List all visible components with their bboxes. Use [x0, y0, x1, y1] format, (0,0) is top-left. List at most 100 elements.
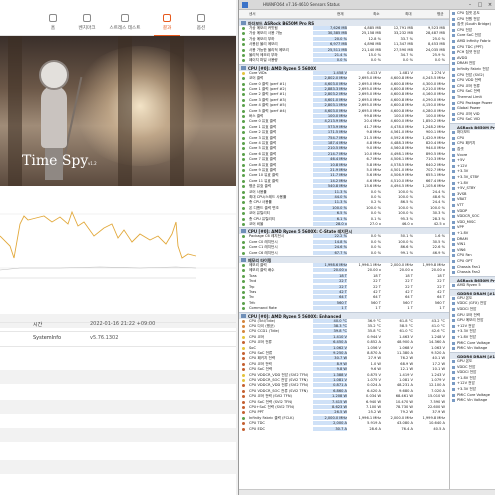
- sensor-name: CPU 패키지 전력: [249, 356, 276, 361]
- sensor-max-value: 99.1 %: [400, 250, 413, 255]
- sensor-group-header[interactable]: 마더보드 ASRock B650M Pro RS: [239, 19, 449, 26]
- sensor-max-value: 4,578.5 MHz: [390, 162, 413, 167]
- pwr-sensor-icon: [242, 406, 245, 409]
- nav-item-1[interactable]: 벤치마크: [72, 12, 102, 36]
- sensor-min-value: 2,695.0 MHz: [358, 92, 381, 97]
- side-sensor-label: CPU SoC VID: [457, 117, 480, 122]
- sensor-icon: [452, 40, 455, 43]
- sensor-avg-value: 41.0 °C: [431, 324, 445, 328]
- sensor-max-value: 78.730 W: [395, 405, 413, 409]
- sensor-icon: [452, 170, 455, 174]
- sensor-avg-value: 30.3 %: [432, 211, 445, 216]
- side-sensor-label: PMIC Vin Voltage: [457, 398, 488, 403]
- column-sensor[interactable]: 센서: [249, 12, 256, 17]
- minimize-icon[interactable]: –: [465, 1, 475, 9]
- sensor-avg-value: 20.00 x: [431, 268, 445, 273]
- sensor-current-value: 6.5 %: [313, 211, 347, 216]
- sensor-name: SoC: [249, 345, 256, 350]
- sensor-max-value: 76.4 A: [401, 426, 413, 431]
- sensor-avg-value: 37.9 W: [432, 410, 445, 415]
- side-group-header[interactable]: ASRock B650M Pro RS: [450, 275, 495, 283]
- monitoring-graph-svg: [0, 210, 236, 279]
- temp-sensor-icon: [242, 330, 245, 334]
- sensor-group-header[interactable]: 메모리 타이밍: [239, 256, 449, 263]
- sensor-min-value: 22 T: [373, 284, 381, 289]
- sensor-current-value: 2,803.1 MHz: [313, 103, 347, 108]
- sensor-current-value: 24.6 %: [313, 245, 347, 250]
- sensor-avg-value: 14.360 A: [428, 340, 445, 345]
- nav-item-3[interactable]: 결과: [152, 12, 182, 36]
- hwinfo-window: HWiNFO64 v7.16-4610 Sensors Status – □ ×…: [238, 0, 495, 495]
- sensor-current-value: 1 T: [313, 306, 347, 311]
- sensor-avg-value: 1.079 V: [431, 378, 445, 382]
- nav-item-0[interactable]: 홈: [38, 12, 68, 36]
- sensor-min-value: 25,158 MB: [361, 31, 381, 36]
- clock-sensor-icon: [242, 185, 245, 189]
- sensor-current-value: 1,998.6 MHz: [313, 263, 347, 267]
- clock-sensor-icon: [242, 142, 245, 145]
- sensor-current-value: 11.3 %: [313, 189, 347, 194]
- sensor-avg-value: 7.020 A: [431, 388, 445, 393]
- sensor-min-value: 100.0 %: [366, 205, 381, 210]
- maximize-icon[interactable]: □: [475, 1, 485, 9]
- nav-item-2[interactable]: 스트레스 테스트: [109, 12, 141, 36]
- sensor-icon: [452, 254, 455, 258]
- sensor-name: Package C6 레지던시: [249, 234, 285, 239]
- close-icon[interactable]: ×: [485, 1, 495, 9]
- sensor-min-value: 0.413 V: [367, 70, 381, 75]
- hero-arch-pillar: [170, 36, 184, 186]
- side-group-header[interactable]: ASRock B650M Pro RS: [450, 123, 495, 130]
- sensor-table: 마더보드 ASRock B650M Pro RS 가상 메모리 커밋됨 7,626 …: [239, 19, 449, 489]
- column-current[interactable]: 현재: [337, 12, 344, 17]
- sensor-icon: [452, 330, 455, 334]
- side-sensor-label: PMIC Vin Voltage: [457, 346, 488, 351]
- side-sensor-label: 3VSB: [457, 191, 467, 196]
- sensor-avg-value: 560 T: [434, 300, 445, 305]
- sensor-max-value: 4,600.8 MHz: [390, 76, 413, 81]
- sensor-min-value: 21,140 MB: [361, 47, 381, 52]
- chip-icon: [241, 229, 246, 234]
- nav-item-4[interactable]: 옵션: [186, 12, 216, 36]
- sensor-icon: [452, 142, 455, 146]
- sensor-min-value: 0.0 %: [370, 58, 381, 63]
- sensor-icon: [452, 90, 455, 94]
- side-group-header[interactable]: GDDR6 DRAM [#1]: Samsung: [450, 288, 495, 296]
- sensor-name: 총 CPU 유틸리티: [249, 216, 276, 221]
- sensor-max-value: 79.2 W: [400, 410, 413, 415]
- sensor-name: CPU CCD1 (Tdie): [249, 329, 280, 334]
- sensor-name: 메모리 클럭 배수: [249, 268, 275, 273]
- clock-sensor-icon: [242, 240, 245, 244]
- clock-sensor-icon: [242, 416, 245, 420]
- sensor-min-value: 27.9 W: [368, 356, 381, 361]
- nav-item-label: 벤치마크: [78, 26, 96, 31]
- sensor-current-value: 9.8 W: [313, 367, 347, 372]
- side-sensor-row[interactable]: PMIC Vin Voltage: [450, 398, 495, 404]
- side-sensor-label: +3.3V 전압: [457, 387, 476, 391]
- sensor-avg-value: 7.590 W: [430, 399, 445, 404]
- sensor-name: Tcas: [249, 273, 257, 278]
- clock-sensor-icon: [242, 206, 245, 210]
- sensor-max-value: 2,000.0 MHz: [390, 263, 413, 267]
- sensor-max-value: 100.0 %: [398, 195, 413, 199]
- sensor-max-value: 48.900 A: [396, 340, 413, 345]
- clock-sensor-icon: [242, 280, 245, 284]
- sensor-min-value: 2,695.0 MHz: [358, 97, 381, 102]
- sensor-group-header[interactable]: CPU [#0]: AMD Ryzen 5 5600X: Enhanced: [239, 311, 449, 319]
- sensor-icon: [452, 28, 455, 32]
- sensor-current-value: 754.7 MHz: [313, 135, 347, 140]
- sensor-group-header[interactable]: CPU [#0]: AMD Ryzen 5 5600X: [239, 63, 449, 71]
- column-min[interactable]: 최소: [373, 12, 380, 17]
- sensor-max-value: 100.0 %: [398, 211, 413, 216]
- sensor-min-value: 15.6 MHz: [364, 184, 381, 189]
- column-avg[interactable]: 평균: [437, 12, 444, 17]
- side-group-header[interactable]: GDDR6 DRAM [#1]: Samsung: [450, 351, 495, 359]
- sensor-current-value: 4,601.0 MHz: [313, 97, 347, 102]
- sensor-row[interactable]: CPU EDC 30.7 A 28.6 A 76.4 A 40.5 A: [239, 426, 449, 432]
- graph-series-line: [0, 210, 197, 259]
- sensor-avg-value: 42.6 °C: [431, 329, 445, 334]
- column-max[interactable]: 최대: [405, 12, 412, 17]
- clock-sensor-icon: [242, 223, 245, 226]
- sensor-icon: [452, 271, 455, 275]
- sensor-current-value: 22 T: [313, 284, 347, 289]
- sensor-avg-value: 890.5 MHz: [425, 151, 445, 156]
